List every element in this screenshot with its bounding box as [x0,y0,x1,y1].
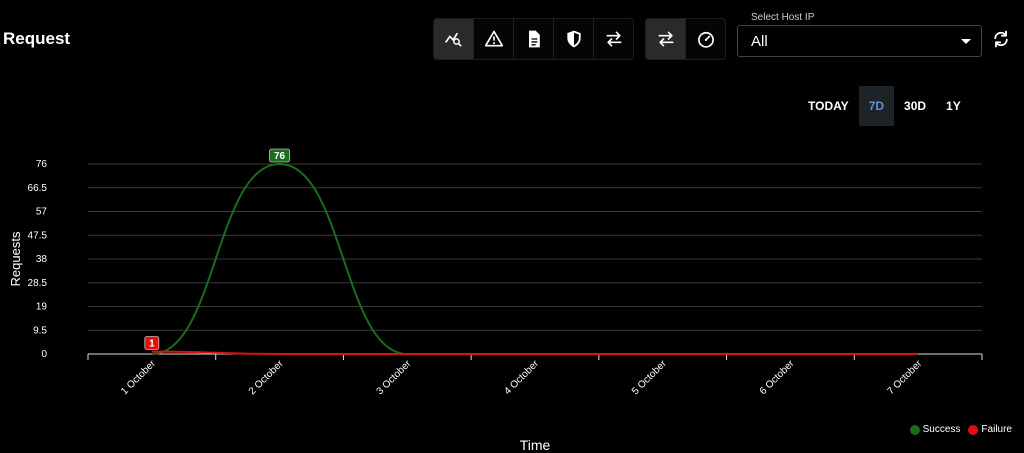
x-tick-label: 4 October [502,358,541,397]
x-tick-label: 7 October [885,358,924,397]
legend-label-failure: Failure [981,424,1012,435]
host-select-value: All [751,32,768,50]
toolbar-logs-button[interactable] [514,19,554,59]
requests-chart: 0 9.5 19 28.5 38 47.5 57 66.5 76 1 October 2 Octob… [8,148,983,453]
legend-label-success: Success [922,424,961,435]
host-select-dropdown[interactable]: All [737,25,982,57]
time-range-tabs: TODAY 7D 30D 1Y [798,86,971,126]
y-tick-label: 28.5 [28,278,48,289]
x-axis-title: Time [520,437,551,453]
toolbar-performance-button[interactable] [686,19,725,59]
x-tick-label: 2 October [247,358,286,397]
legend-swatch-failure [968,424,979,435]
series-line-failure [151,350,919,355]
legend-swatch-success [909,424,920,435]
refresh-icon[interactable] [991,29,1011,49]
x-tick-label: 6 October [758,358,797,397]
speedometer-icon [697,31,714,48]
document-icon [528,30,540,48]
toolbar-alerts-button[interactable] [474,19,514,59]
swap-icon [606,31,621,47]
warning-icon [484,30,503,47]
toolbar-group-secondary [645,18,726,60]
x-tick-label: 1 October [119,358,158,397]
chart-legend: Success Failure [909,424,1012,435]
toolbar-security-button[interactable] [554,19,594,59]
toolbar-analytics-button[interactable] [434,19,474,59]
y-tick-label: 76 [36,159,48,170]
range-tab-7d[interactable]: 7D [858,86,895,126]
y-tick-label: 9.5 [33,325,47,336]
y-tick-label: 19 [36,302,48,313]
y-tick-label: 38 [36,254,48,265]
page-title: Request [3,29,71,48]
legend-item-success[interactable]: Success [909,424,961,435]
range-tab-1y[interactable]: 1Y [936,86,971,126]
data-label-success: 76 [274,151,286,162]
host-select-label: Select Host IP [751,12,815,23]
legend-item-failure[interactable]: Failure [968,424,1012,435]
x-tick-label: 3 October [375,358,414,397]
toolbar-traffic-button[interactable] [646,19,686,59]
y-tick-label: 0 [41,349,47,360]
y-tick-label: 47.5 [28,230,48,241]
y-tick-label: 66.5 [28,183,48,194]
range-tab-today[interactable]: TODAY [798,86,859,126]
y-tick-label: 57 [36,207,48,218]
data-label-failure: 1 [149,339,155,350]
chart-search-icon [444,32,461,47]
chevron-down-icon [961,39,971,44]
toolbar-transfer-button[interactable] [594,19,633,59]
shield-icon [566,30,581,48]
x-tick-label: 5 October [630,358,669,397]
y-axis-title: Requests [8,231,23,286]
swap-icon [658,31,673,47]
toolbar-group-primary [433,18,634,60]
range-tab-30d[interactable]: 30D [894,86,936,126]
